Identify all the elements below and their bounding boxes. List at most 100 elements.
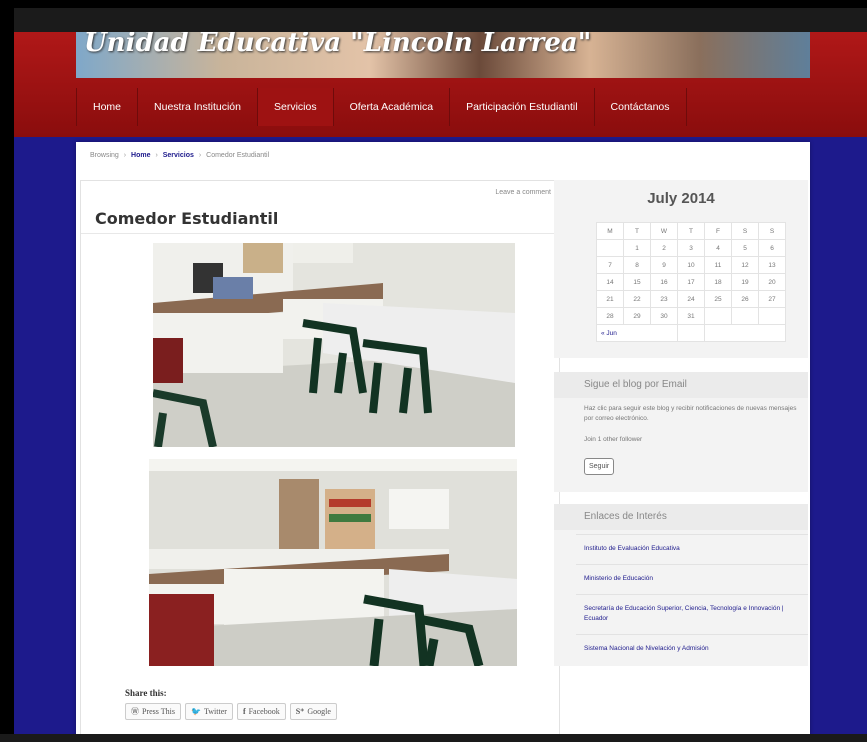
calendar-title: July 2014	[647, 190, 715, 207]
nav-item-servicios[interactable]: Servicios	[257, 88, 334, 126]
browser-viewport: Unidad Educativa "Lincoln Larrea" Home N…	[14, 8, 867, 734]
share-press-this-label: Press This	[142, 707, 175, 716]
calendar-day: 9	[650, 256, 678, 274]
calendar-day: 11	[704, 256, 732, 274]
calendar-day	[677, 324, 705, 342]
calendar-day: 19	[731, 273, 759, 291]
breadcrumb-separator: ›	[123, 152, 127, 159]
calendar-header: T	[623, 222, 651, 240]
breadcrumb-separator: ›	[155, 152, 158, 159]
calendar-day: 2	[650, 239, 678, 257]
calendar-header: F	[704, 222, 732, 240]
nav-item-participacion-estudiantil[interactable]: Participación Estudiantil	[450, 88, 595, 126]
calendar-widget: July 2014 M T W T F S S 1 2 3 4 5 6 7 8 …	[554, 180, 808, 358]
site-header: Unidad Educativa "Lincoln Larrea" Home N…	[14, 32, 867, 137]
calendar-day: 22	[623, 290, 651, 308]
calendar-day: 1	[623, 239, 651, 257]
follow-widget: Sigue el blog por Email Haz clic para se…	[554, 372, 808, 492]
wordpress-icon: Ⓦ	[131, 707, 139, 716]
follow-count: Join 1 other follower	[584, 436, 643, 443]
calendar-table: M T W T F S S 1 2 3 4 5 6 7 8 9 10 11 12…	[596, 222, 786, 342]
calendar-day: 23	[650, 290, 678, 308]
calendar-day: 7	[596, 256, 624, 274]
breadcrumb-prefix: Browsing	[90, 152, 119, 159]
calendar-day: 6	[758, 239, 786, 257]
calendar-next-empty	[704, 324, 786, 342]
calendar-day	[731, 307, 759, 325]
divider	[576, 534, 808, 535]
calendar-day: 28	[596, 307, 624, 325]
taskbar	[0, 734, 867, 742]
follow-widget-title: Sigue el blog por Email	[554, 372, 808, 398]
calendar-day	[704, 307, 732, 325]
divider	[81, 233, 559, 234]
calendar-day: 13	[758, 256, 786, 274]
calendar-header: S	[731, 222, 759, 240]
share-facebook-label: Facebook	[248, 707, 280, 716]
calendar-day: 4	[704, 239, 732, 257]
calendar-day: 21	[596, 290, 624, 308]
calendar-day: 26	[731, 290, 759, 308]
calendar-day: 24	[677, 290, 705, 308]
dining-room-photo-2[interactable]	[149, 459, 517, 666]
calendar-day: 14	[596, 273, 624, 291]
calendar-day: 27	[758, 290, 786, 308]
follow-description: Haz clic para seguir este blog y recibir…	[584, 405, 797, 422]
calendar-day	[758, 307, 786, 325]
nav-item-home[interactable]: Home	[77, 88, 139, 126]
breadcrumb-current: Comedor Estudiantil	[206, 152, 270, 159]
link-ministerio-educacion[interactable]: Ministerio de Educación	[584, 574, 798, 584]
calendar-day: 31	[677, 307, 705, 325]
calendar-header: W	[650, 222, 678, 240]
post-title[interactable]: Comedor Estudiantil	[95, 209, 278, 228]
divider	[576, 594, 808, 595]
google-plus-icon: S⁺	[295, 707, 305, 716]
breadcrumb-home-link[interactable]: Home	[131, 152, 150, 159]
share-facebook-button[interactable]: f Facebook	[236, 703, 286, 720]
calendar-day: 20	[758, 273, 786, 291]
share-buttons: Ⓦ Press This 🐦 Twitter f Facebook S⁺ Goo…	[125, 703, 337, 720]
calendar-day: 16	[650, 273, 678, 291]
calendar-day: 12	[731, 256, 759, 274]
breadcrumb-servicios-link[interactable]: Servicios	[163, 152, 194, 159]
follow-button[interactable]: Seguir	[584, 458, 615, 475]
main-nav: Home Nuestra Institución Servicios Ofert…	[76, 88, 687, 126]
share-heading: Share this:	[125, 688, 167, 698]
calendar-day: 17	[677, 273, 705, 291]
share-press-this-button[interactable]: Ⓦ Press This	[125, 703, 181, 720]
divider	[576, 564, 808, 565]
facebook-icon: f	[242, 707, 246, 716]
header-banner-image: Unidad Educativa "Lincoln Larrea"	[76, 32, 810, 78]
calendar-day: 30	[650, 307, 678, 325]
leave-comment-link[interactable]: Leave a comment	[495, 189, 551, 196]
calendar-header: M	[596, 222, 624, 240]
share-twitter-label: Twitter	[203, 707, 227, 716]
calendar-header: S	[758, 222, 786, 240]
nav-item-oferta-academica[interactable]: Oferta Académica	[334, 88, 451, 126]
top-bar	[14, 8, 867, 32]
links-widget: Enlaces de Interés Instituto de Evaluaci…	[554, 504, 808, 666]
calendar-header: T	[677, 222, 705, 240]
calendar-day	[596, 239, 624, 257]
calendar-prev-month-link[interactable]: « Jun	[596, 324, 678, 342]
link-senescyt[interactable]: Secretaría de Educación Superior, Cienci…	[584, 604, 798, 624]
links-widget-title: Enlaces de Interés	[554, 504, 808, 530]
share-google-button[interactable]: S⁺ Google	[289, 703, 337, 720]
nav-item-contactanos[interactable]: Contáctanos	[595, 88, 687, 126]
share-google-label: Google	[307, 707, 331, 716]
calendar-day: 5	[731, 239, 759, 257]
calendar-day: 15	[623, 273, 651, 291]
calendar-day: 8	[623, 256, 651, 274]
share-twitter-button[interactable]: 🐦 Twitter	[184, 703, 233, 720]
calendar-day: 25	[704, 290, 732, 308]
breadcrumb: Browsing › Home › Servicios › Comedor Es…	[90, 152, 269, 159]
post: Leave a comment Comedor Estudiantil Shar…	[80, 180, 560, 734]
site-title[interactable]: Unidad Educativa "Lincoln Larrea"	[84, 32, 591, 58]
calendar-day: 29	[623, 307, 651, 325]
dining-room-photo-1[interactable]	[153, 243, 515, 447]
link-instituto-evaluacion[interactable]: Instituto de Evaluación Educativa	[584, 544, 798, 554]
nav-item-nuestra-institucion[interactable]: Nuestra Institución	[138, 88, 258, 126]
link-snna[interactable]: Sistema Nacional de Nivelación y Admisió…	[584, 644, 798, 654]
content-area: Browsing › Home › Servicios › Comedor Es…	[76, 142, 810, 734]
calendar-day: 18	[704, 273, 732, 291]
